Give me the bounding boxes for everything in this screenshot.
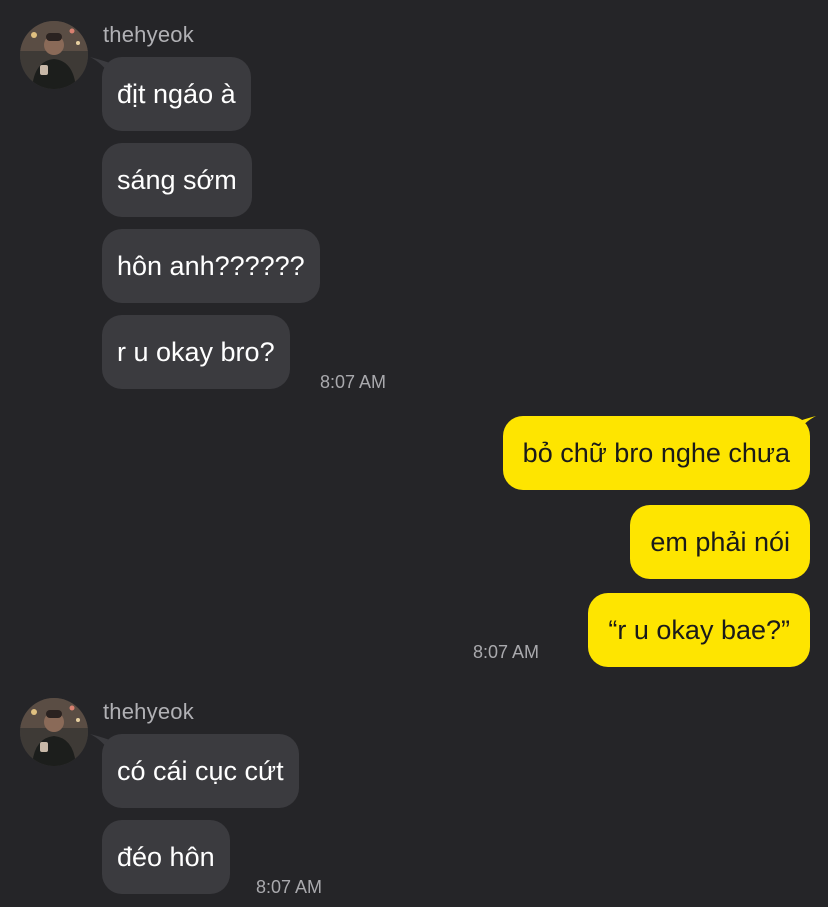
message-timestamp: 8:07 AM <box>320 372 387 392</box>
message-timestamp: 8:07 AM <box>473 642 540 662</box>
sender-name: thehyeok <box>103 699 194 724</box>
avatar[interactable] <box>20 698 88 766</box>
message-bubble-incoming[interactable]: đéo hôn <box>102 820 230 894</box>
chat-thread[interactable]: thehyeok địt ngáo à sáng sớm hôn anh????… <box>0 0 828 907</box>
avatar[interactable] <box>20 21 88 89</box>
message-bubble-incoming[interactable]: địt ngáo à <box>102 57 251 131</box>
avatar-photo-icon <box>20 698 88 766</box>
message-bubble-incoming[interactable]: r u okay bro? <box>102 315 290 389</box>
message-bubble-incoming[interactable]: hôn anh?????? <box>102 229 320 303</box>
message-bubble-incoming[interactable]: sáng sớm <box>102 143 252 217</box>
message-bubble-outgoing[interactable]: em phải nói <box>630 505 810 579</box>
message-bubble-outgoing[interactable]: “r u okay bae?” <box>588 593 810 667</box>
sender-name: thehyeok <box>103 22 194 47</box>
message-bubble-outgoing[interactable]: bỏ chữ bro nghe chưa <box>502 416 810 490</box>
avatar-photo-icon <box>20 21 88 89</box>
message-bubble-incoming[interactable]: có cái cục cứt <box>102 734 299 808</box>
message-timestamp: 8:07 AM <box>256 877 323 897</box>
